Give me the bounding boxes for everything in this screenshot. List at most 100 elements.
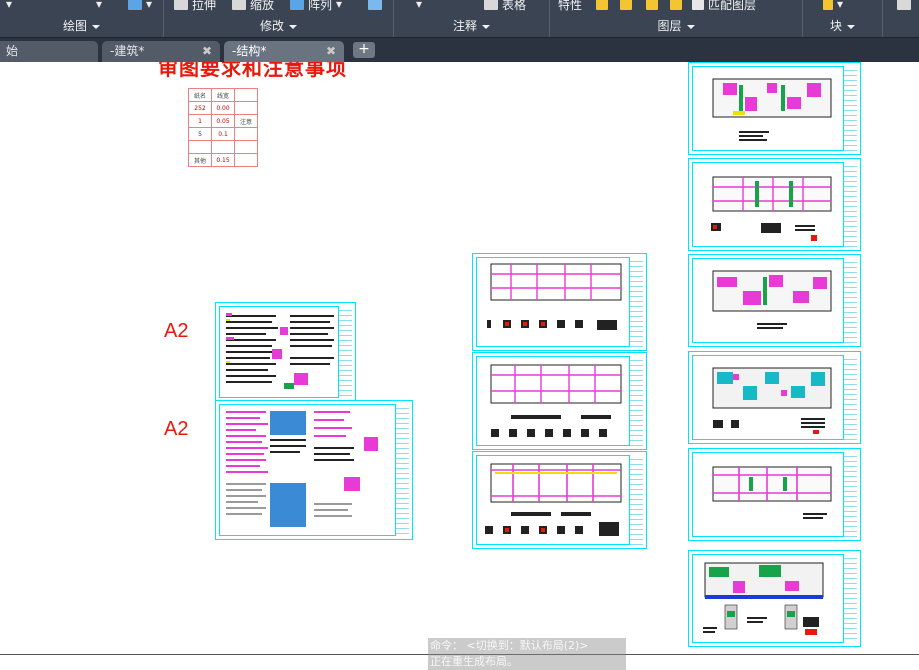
sheet-size-label: A2 (164, 418, 189, 440)
close-icon[interactable]: ✖ (202, 41, 212, 62)
tab-label: -建筑* (110, 44, 145, 58)
table-cell: 252 (188, 101, 212, 115)
floor-plan (712, 270, 832, 329)
title-block (843, 66, 857, 151)
table-cell: 注意 (234, 114, 258, 128)
file-tab-bar: 始 -建筑* ✖ -结构* ✖ (0, 37, 919, 63)
layer-freeze-icon[interactable] (646, 0, 662, 12)
expand-icon[interactable] (897, 0, 915, 12)
ribbon: ▾ ▾ ▾ 绘图 拉伸 缩放 阵列▾ 修改 ▾ 表格 注释 特性 匹配图层 图 (0, 0, 919, 37)
drawing-sheet-plan-2[interactable] (688, 158, 861, 251)
floor-plan (712, 466, 832, 519)
tab-architecture[interactable]: -建筑* ✖ (102, 41, 220, 63)
table-cell: 5 (188, 127, 212, 141)
panel-annotation: ▾ 表格 注释 (394, 0, 550, 37)
caret-icon (686, 24, 695, 29)
table-row: 纸名 线宽 (188, 88, 258, 102)
stretch-tool[interactable]: 拉伸 (174, 0, 216, 12)
table-cell (234, 101, 258, 115)
array-tool[interactable]: 阵列 ▾ (290, 0, 342, 12)
new-tab-button[interactable]: + (353, 42, 375, 58)
chevron-down-icon[interactable]: ▾ (416, 0, 422, 12)
offset-icon[interactable] (368, 0, 386, 12)
table-row: 252 0.00 (188, 101, 258, 115)
floor-plan (490, 364, 622, 437)
table-cell: 0.15 (211, 153, 235, 167)
block-insert-icon[interactable]: ▾ (823, 0, 843, 12)
title-block (629, 257, 643, 347)
drawing-sheet-plan-3[interactable] (688, 254, 861, 347)
title-block (629, 455, 643, 545)
drawing-sheet-plan-6[interactable] (688, 550, 861, 647)
floor-plan (712, 367, 832, 434)
drawing-sheet-notes[interactable] (215, 302, 356, 402)
panel-layers: 特性 匹配图层 图层 (550, 0, 803, 37)
caret-icon (847, 24, 855, 29)
drawing-sheet-structure-3[interactable] (472, 451, 647, 549)
drawing-sheet-structure-2[interactable] (472, 352, 647, 450)
panel-draw: ▾ ▾ ▾ 绘图 (0, 0, 164, 37)
caret-icon (289, 24, 297, 29)
panel-block: ▾ 块 (803, 0, 883, 37)
tab-start[interactable]: 始 (0, 41, 98, 63)
table-cell: 0.1 (211, 127, 235, 141)
panel-modify: 拉伸 缩放 阵列 ▾ 修改 (164, 0, 394, 37)
table-row: 1 0.05 注意 (188, 114, 258, 128)
tab-label: -结构* (232, 44, 267, 58)
panel-label-annotation[interactable]: 注释 (394, 17, 549, 33)
title-block (395, 404, 409, 536)
title-block (338, 306, 352, 398)
layer-lock-icon[interactable] (670, 0, 686, 12)
chevron-down-icon[interactable]: ▾ (96, 0, 102, 12)
close-icon[interactable]: ✖ (326, 41, 336, 62)
panel-label-block[interactable]: 块 (803, 17, 882, 33)
tab-structure[interactable]: -结构* ✖ (224, 41, 344, 63)
caret-icon (482, 24, 490, 29)
scale-table: 纸名 线宽 252 0.00 1 0.05 注意 5 0.1 其他 0.15 (188, 88, 258, 167)
title-block (843, 355, 857, 440)
table-tool[interactable]: 表格 (484, 0, 526, 12)
table-row (188, 140, 258, 154)
table-row: 5 0.1 (188, 127, 258, 141)
table-row: 其他 0.15 (188, 153, 258, 167)
caret-icon (92, 24, 100, 29)
match-layer-tool[interactable]: 匹配图层 (692, 0, 756, 12)
title-block (843, 258, 857, 343)
table-cell: 1 (188, 114, 212, 128)
table-cell (211, 140, 235, 154)
polygon-icon[interactable]: ▾ (128, 0, 152, 12)
stretch-icon (174, 0, 188, 10)
layer-iso-icon[interactable] (620, 0, 636, 12)
scale-icon (232, 0, 246, 10)
drawing-sheet-plan-1[interactable] (688, 62, 861, 155)
properties-tool[interactable]: 特性 (558, 0, 582, 12)
table-cell (234, 140, 258, 154)
layer-sun-icon[interactable] (596, 0, 612, 12)
panel-label-layers[interactable]: 图层 (550, 17, 802, 33)
table-cell: 0.00 (211, 101, 235, 115)
title-block (629, 356, 643, 446)
table-icon (484, 0, 498, 10)
drawing-canvas[interactable]: 审图要求和注意事项 纸名 线宽 252 0.00 1 0.05 注意 5 0.1 (0, 62, 919, 670)
panel-overflow (883, 0, 919, 37)
panel-label-draw[interactable]: 绘图 (0, 17, 163, 33)
title-block (843, 162, 857, 247)
chevron-down-icon[interactable]: ▾ (6, 0, 12, 12)
annotation-title: 审图要求和注意事项 (158, 62, 347, 80)
drawing-sheet-structure-1[interactable] (472, 253, 647, 351)
command-line[interactable]: 命令： <切换到：默认布局(2)> 正在重生成布局。 (428, 638, 626, 670)
drawing-sheet-plan-5[interactable] (688, 448, 861, 541)
scale-tool[interactable]: 缩放 (232, 0, 274, 12)
floor-plan (711, 176, 832, 241)
title-block (843, 452, 857, 537)
floor-plan (703, 562, 824, 635)
floor-plan (485, 463, 622, 536)
drawing-sheet-plan-4[interactable] (688, 351, 861, 444)
drawing-sheet-details[interactable] (215, 400, 413, 540)
panel-label-modify[interactable]: 修改 (164, 17, 393, 33)
sheet-content (226, 313, 334, 389)
command-history-line: 正在重生成布局。 (430, 655, 518, 668)
table-header-cell: 纸名 (188, 88, 212, 102)
table-cell (188, 140, 212, 154)
floor-plan (487, 263, 622, 330)
